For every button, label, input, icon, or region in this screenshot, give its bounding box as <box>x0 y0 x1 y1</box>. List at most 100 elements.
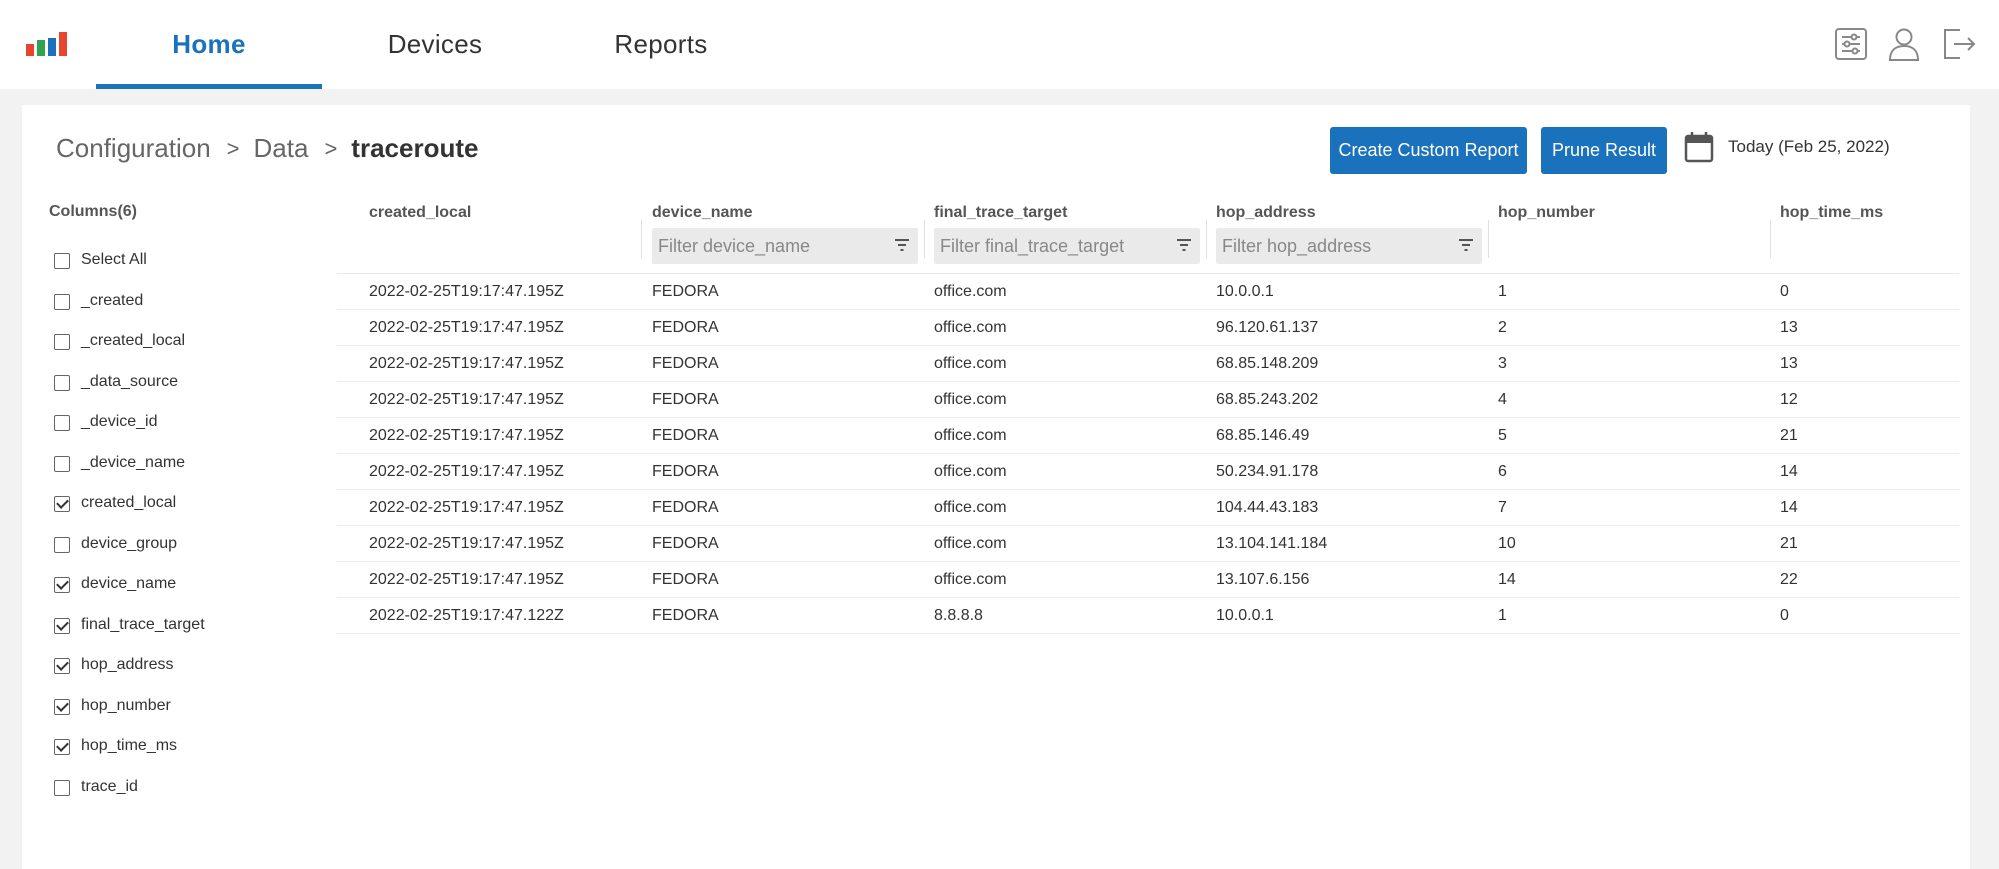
column-checkbox[interactable] <box>54 334 70 350</box>
column-option[interactable]: created_local <box>54 494 205 535</box>
column-checkbox[interactable] <box>54 415 70 431</box>
table-row[interactable]: 2022-02-25T19:17:47.195Z FEDORA office.com… <box>337 274 1959 310</box>
tab-devices[interactable]: Devices <box>322 0 548 89</box>
table-cell: 8.8.8.8 <box>934 607 983 624</box>
column-separator[interactable] <box>1206 220 1207 258</box>
table-body: 2022-02-25T19:17:47.195Z FEDORA office.com… <box>337 274 1959 634</box>
table-cell: FEDORA <box>652 571 719 588</box>
table-cell: 2022-02-25T19:17:47.195Z <box>369 319 564 336</box>
logout-icon[interactable] <box>1940 26 1976 62</box>
table-cell: 13 <box>1780 319 1798 336</box>
column-checkbox[interactable] <box>54 658 70 674</box>
column-option[interactable]: Select All <box>54 251 205 292</box>
column-checkbox[interactable] <box>54 739 70 755</box>
filter-icon[interactable] <box>894 238 910 252</box>
table-cell: 7 <box>1498 499 1507 516</box>
header-hop-number[interactable]: hop_number <box>1498 204 1595 222</box>
calendar-icon[interactable] <box>1684 131 1714 163</box>
table-row[interactable]: 2022-02-25T19:17:47.195Z FEDORA office.com… <box>337 562 1959 598</box>
column-option[interactable]: hop_address <box>54 656 205 697</box>
tab-home[interactable]: Home <box>96 0 322 89</box>
table-row[interactable]: 2022-02-25T19:17:47.195Z FEDORA office.com… <box>337 526 1959 562</box>
filter-device-name-placeholder: Filter device_name <box>658 235 811 256</box>
column-option-label: final_trace_target <box>81 615 205 633</box>
filter-final-trace-target-placeholder: Filter final_trace_target <box>940 235 1125 256</box>
column-checkbox[interactable] <box>54 577 70 593</box>
table-cell: office.com <box>934 499 1007 516</box>
column-checkbox[interactable] <box>54 617 70 634</box>
column-checkbox[interactable] <box>54 496 70 512</box>
table-cell: FEDORA <box>652 391 719 408</box>
table-cell: 104.44.43.183 <box>1216 499 1319 516</box>
column-option-label: trace_id <box>81 777 138 795</box>
columns-title: Columns(6) <box>49 203 137 220</box>
column-option[interactable]: final_trace_target <box>54 616 205 657</box>
create-custom-report-button[interactable]: Create Custom Report <box>1330 127 1527 174</box>
filter-device-name[interactable]: Filter device_name <box>652 228 918 264</box>
table-cell: 13 <box>1780 355 1798 372</box>
column-option-label: _device_id <box>81 413 158 430</box>
filter-icon[interactable] <box>1176 238 1192 252</box>
table-cell: 2022-02-25T19:17:47.195Z <box>369 391 564 408</box>
column-separator[interactable] <box>1770 220 1771 258</box>
user-icon[interactable] <box>1886 26 1922 62</box>
table-row[interactable]: 2022-02-25T19:17:47.195Z FEDORA office.com… <box>337 346 1959 382</box>
column-separator[interactable] <box>1488 220 1489 258</box>
header-final-trace-target[interactable]: final_trace_target <box>934 204 1067 222</box>
table-row[interactable]: 2022-02-25T19:17:47.195Z FEDORA office.com… <box>337 382 1959 418</box>
main-card: Configuration > Data > traceroute Create… <box>22 105 1970 869</box>
column-option[interactable]: hop_time_ms <box>54 737 205 778</box>
table-header: created_local device_name Filter device_… <box>337 204 1959 274</box>
column-option[interactable]: hop_number <box>54 697 205 738</box>
table-cell: office.com <box>934 535 1007 552</box>
table-cell: 0 <box>1780 283 1789 300</box>
column-option[interactable]: _created_local <box>54 332 205 373</box>
table-row[interactable]: 2022-02-25T19:17:47.195Z FEDORA office.com… <box>337 454 1959 490</box>
column-checkbox[interactable] <box>54 455 70 472</box>
column-option[interactable]: _device_name <box>54 454 205 495</box>
table-cell: 2022-02-25T19:17:47.195Z <box>369 355 564 372</box>
table-row[interactable]: 2022-02-25T19:17:47.195Z FEDORA office.com… <box>337 490 1959 526</box>
table-row[interactable]: 2022-02-25T19:17:47.195Z FEDORA office.com… <box>337 418 1959 454</box>
table-cell: FEDORA <box>652 283 719 300</box>
breadcrumb-configuration[interactable]: Configuration <box>56 133 211 164</box>
column-option[interactable]: device_group <box>54 535 205 576</box>
column-option[interactable]: device_name <box>54 575 205 616</box>
column-checkbox[interactable] <box>54 698 70 715</box>
filter-icon[interactable] <box>1458 238 1474 252</box>
app-logo[interactable] <box>26 32 67 56</box>
date-picker[interactable]: Today (Feb 25, 2022) <box>1684 131 1890 163</box>
header-device-name[interactable]: device_name <box>652 204 753 222</box>
table-cell: 68.85.243.202 <box>1216 391 1319 408</box>
breadcrumb-data[interactable]: Data <box>254 133 309 164</box>
table-cell: office.com <box>934 463 1007 480</box>
column-separator[interactable] <box>641 220 642 258</box>
column-checkbox[interactable] <box>54 253 70 269</box>
column-option[interactable]: _created <box>54 292 205 333</box>
table-row[interactable]: 2022-02-25T19:17:47.195Z FEDORA office.com… <box>337 310 1959 346</box>
table-cell: office.com <box>934 355 1007 372</box>
column-checkbox[interactable] <box>54 536 70 553</box>
settings-sliders-icon[interactable] <box>1833 26 1869 62</box>
column-checkbox[interactable] <box>54 293 70 310</box>
column-option-label: created_local <box>81 494 177 511</box>
columns-list: Select All _created _created_local _data_so… <box>54 251 205 818</box>
prune-result-button[interactable]: Prune Result <box>1541 127 1667 174</box>
table-cell: 1 <box>1498 283 1507 300</box>
date-label[interactable]: Today (Feb 25, 2022) <box>1728 137 1890 157</box>
column-option[interactable]: _device_id <box>54 413 205 454</box>
column-checkbox[interactable] <box>54 374 70 391</box>
filter-final-trace-target[interactable]: Filter final_trace_target <box>934 228 1200 264</box>
table-cell: 10.0.0.1 <box>1216 607 1274 624</box>
filter-hop-address[interactable]: Filter hop_address <box>1216 228 1482 264</box>
column-separator[interactable] <box>924 220 925 258</box>
column-option[interactable]: trace_id <box>54 778 205 819</box>
table-cell: FEDORA <box>652 499 719 516</box>
header-hop-address[interactable]: hop_address <box>1216 204 1316 222</box>
header-created-local[interactable]: created_local <box>369 204 471 222</box>
header-hop-time-ms[interactable]: hop_time_ms <box>1780 204 1883 222</box>
tab-reports[interactable]: Reports <box>548 0 774 89</box>
column-checkbox[interactable] <box>54 779 70 796</box>
table-row[interactable]: 2022-02-25T19:17:47.122Z FEDORA 8.8.8.8 10.… <box>337 598 1959 634</box>
column-option[interactable]: _data_source <box>54 373 205 414</box>
